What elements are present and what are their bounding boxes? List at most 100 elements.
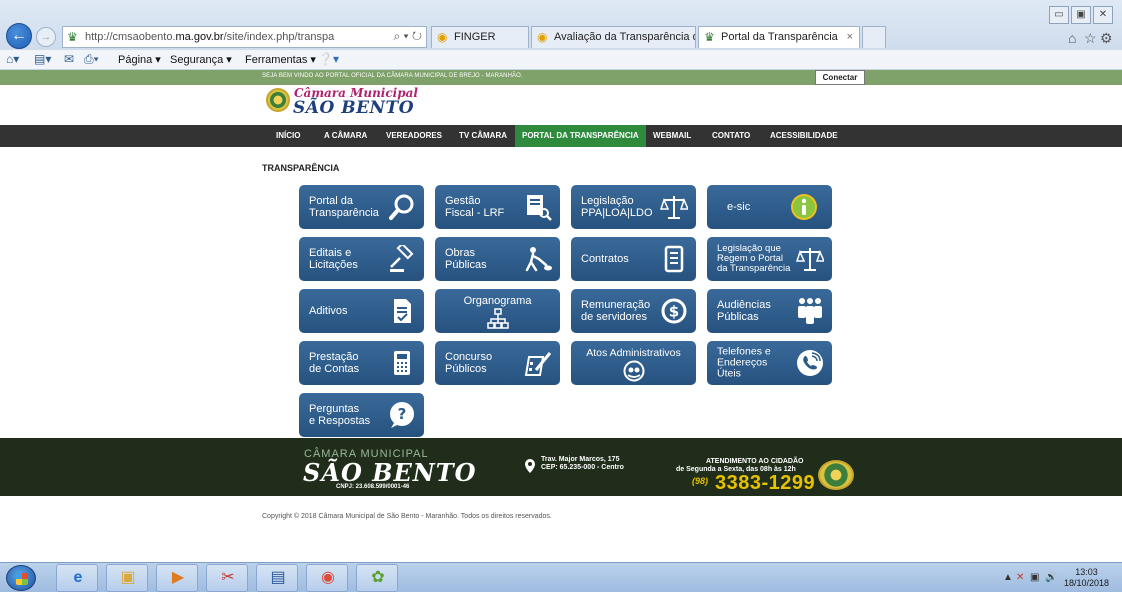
site-tab-icon: ♛ [704,30,715,44]
coat-of-arms-logo[interactable] [266,88,290,112]
feeds-icon[interactable]: ▤▾ [34,52,51,66]
checklist-icon [394,299,411,323]
svg-text:?: ? [398,405,407,423]
address-url[interactable]: http://cmsaobento.ma.gov.br/site/index.p… [85,31,334,43]
nav-contato[interactable]: CONTATO [705,125,757,147]
question-icon: ? [390,402,414,428]
page-menu[interactable]: Página ▾ [118,53,161,66]
media-player-icon: ▶ [171,569,185,586]
tile-organograma[interactable]: Organograma [435,289,560,333]
tile-remuneracao[interactable]: Remuneração de servidores $ [571,289,696,333]
tile-legislacao-ppa[interactable]: Legislação PPA|LOA|LDO [571,185,696,229]
document-icon [664,245,684,273]
home-icon[interactable]: ⌂ [1068,30,1076,46]
tile-legislacao-portal[interactable]: Legislação que Regem o Portal da Transpa… [707,237,832,281]
tile-label: Editais e Licitações [309,247,358,271]
tile-editais-licitacoes[interactable]: Editais e Licitações [299,237,424,281]
settings-gear-icon[interactable]: ⚙ [1100,30,1113,47]
system-clock[interactable]: 13:03 18/10/2018 [1064,567,1109,589]
tile-label: Obras Públicas [445,247,487,271]
tile-concurso-publicos[interactable]: Concurso Públicos [435,341,560,385]
nav-tv-camara[interactable]: TV CÂMARA [452,125,514,147]
tools-menu[interactable]: Ferramentas ▾ [245,53,316,66]
ie-tab-icon: ◉ [437,30,448,44]
nav-a-camara[interactable]: A CÂMARA [317,125,374,147]
tile-gestao-fiscal[interactable]: Gestão Fiscal - LRF [435,185,560,229]
footer-logo-name: SÃO BENTO [303,458,477,487]
footer-ddd: (98) [692,476,709,486]
taskbar-media-player[interactable]: ▶ [156,564,198,592]
nav-portal-transparencia[interactable]: PORTAL DA TRANSPARÊNCIA [515,125,646,147]
back-button[interactable]: ← [6,23,32,49]
connect-button[interactable]: Conectar [815,70,865,85]
minimize-button[interactable]: ▭ [1049,6,1069,24]
copyright-text: Copyright © 2018 Câmara Municipal de São… [262,513,552,520]
tile-perguntas-respostas[interactable]: Perguntas e Respostas ? [299,393,424,437]
phone-icon [797,350,823,376]
tile-label: Contratos [581,253,629,265]
tile-audiencias[interactable]: Audiências Públicas [707,289,832,333]
windows-logo-icon [16,573,28,585]
network-status-icon[interactable]: ✕ [1016,572,1024,583]
close-button[interactable]: ✕ [1093,6,1113,24]
tile-label: e-sic [727,201,751,213]
tile-telefones[interactable]: Telefones e Endereços Úteis [707,341,832,385]
action-center-icon[interactable]: ▣ [1030,572,1039,583]
tab-close-icon[interactable]: × [847,27,853,47]
tile-label: Atos Administrativos [586,347,681,359]
favorites-star-icon[interactable]: ☆ [1084,30,1097,47]
dollar-coin-icon: $ [661,298,687,324]
mail-icon[interactable]: ✉ [64,52,74,66]
tile-label: Telefones e Endereços Úteis [717,345,771,380]
tab-finger[interactable]: ◉ FINGER [431,26,529,48]
search-refresh-icon[interactable]: ⌕ ▾ ↻ [393,29,422,44]
worker-icon [525,247,552,272]
new-tab-button[interactable] [862,26,886,48]
calculator-icon [394,351,410,375]
people-icon [798,298,822,324]
logo-title[interactable]: SÃO BENTO [293,98,414,118]
site-footer: CÂMARA MUNICIPAL SÃO BENTO CNPJ: 23.608.… [0,438,1122,496]
taskbar-ie[interactable]: e [56,564,98,592]
tile-label: Legislação PPA|LOA|LDO [581,195,653,219]
print-icon[interactable]: ⎙▾ [84,52,99,67]
snipping-tool-icon: ✂ [221,569,235,586]
tile-prestacao-contas[interactable]: Prestação de Contas [299,341,424,385]
security-menu[interactable]: Segurança ▾ [170,53,232,66]
ie-tab-icon: ◉ [537,30,548,44]
nav-acessibilidade[interactable]: ACESSIBILIDADE [763,125,845,147]
start-button[interactable] [6,565,36,591]
forward-button[interactable]: → [36,27,56,47]
taskbar-snipping[interactable]: ✂ [206,564,248,592]
app-icon: ✿ [371,569,385,586]
help-icon[interactable]: ❔▾ [318,52,339,66]
nav-vereadores[interactable]: VEREADORES [379,125,449,147]
tab-portal-transparencia[interactable]: ♛ Portal da Transparência × [698,26,860,48]
nav-inicio[interactable]: INÍCIO [269,125,307,147]
address-bar[interactable]: ♛ http://cmsaobento.ma.gov.br/site/index… [62,26,427,48]
tile-contratos[interactable]: Contratos [571,237,696,281]
taskbar-word[interactable]: ▤ [256,564,298,592]
folder-icon: ▣ [120,569,136,586]
info-icon [791,194,817,220]
restore-button[interactable]: ▣ [1071,6,1091,24]
command-bar: ⌂▾ ▤▾ ✉ ⎙▾ Página ▾ Segurança ▾ Ferramen… [0,50,1122,70]
nav-webmail[interactable]: WEBMAIL [646,125,698,147]
taskbar-chrome[interactable]: ◉ [306,564,348,592]
home-command-icon[interactable]: ⌂▾ [6,52,19,66]
tile-aditivos[interactable]: Aditivos [299,289,424,333]
tile-portal-transparencia[interactable]: Portal da Transparência [299,185,424,229]
tile-atos-administrativos[interactable]: Atos Administrativos [571,341,696,385]
taskbar-app[interactable]: ✿ [356,564,398,592]
tab-avaliacao[interactable]: ◉ Avaliação da Transparência do... [531,26,696,48]
site-icon: ♛ [67,30,78,44]
welcome-text: SEJA BEM VINDO AO PORTAL OFICIAL DA CÂMA… [262,73,523,79]
tile-obras-publicas[interactable]: Obras Públicas [435,237,560,281]
tray-expand-icon[interactable]: ▲ [1003,572,1013,583]
scales-icon [796,248,824,271]
tile-e-sic[interactable]: e-sic [707,185,832,229]
tile-label: Remuneração de servidores [581,299,651,323]
taskbar-explorer[interactable]: ▣ [106,564,148,592]
volume-icon[interactable]: 🔊 [1045,572,1057,583]
tile-label: Audiências Públicas [717,299,771,323]
